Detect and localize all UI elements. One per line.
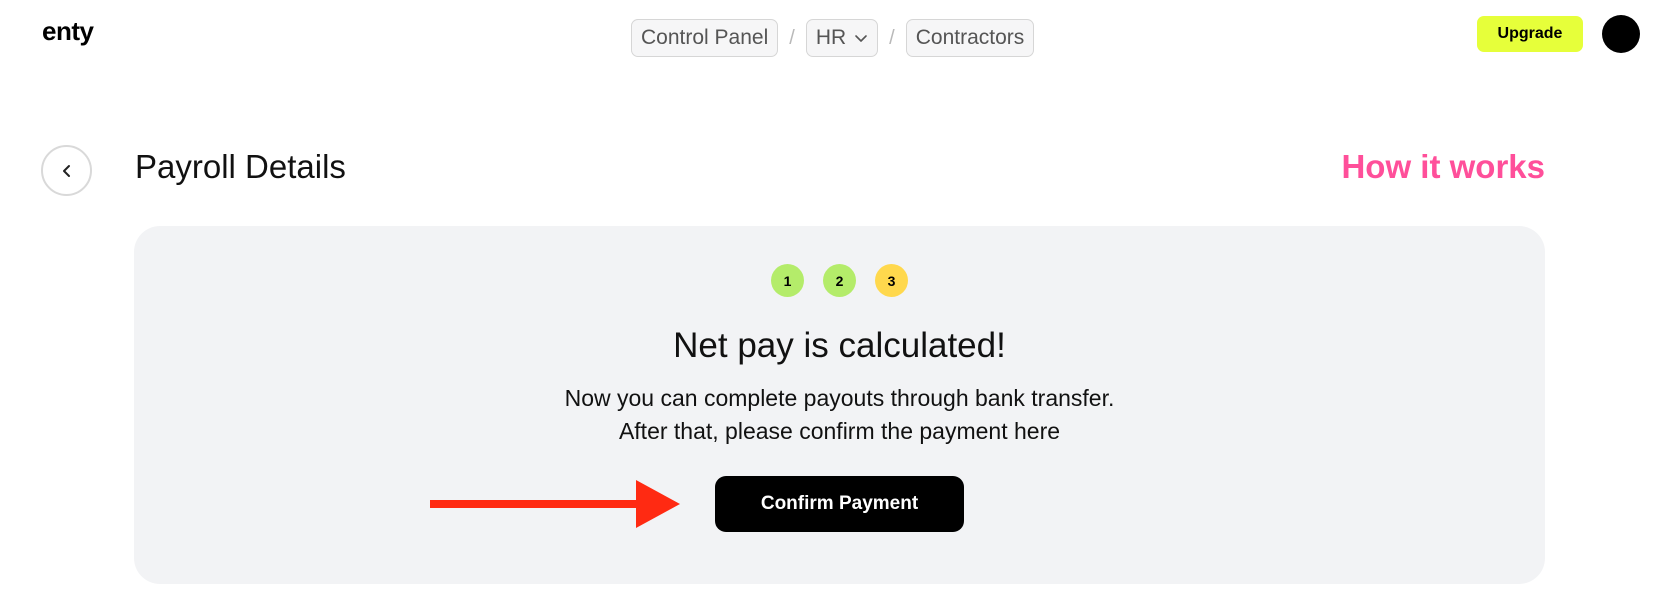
page-title: Payroll Details	[135, 148, 346, 185]
description-line-2: After that, please confirm the payment h…	[618, 418, 1061, 444]
card-heading: Net pay is calculated!	[673, 326, 1006, 365]
breadcrumb-label: Contractors	[915, 26, 1025, 49]
description-line-1: Now you can complete payouts through ban…	[564, 385, 1115, 411]
breadcrumb-separator: /	[789, 26, 795, 49]
step-3-badge: 3	[875, 264, 908, 297]
payroll-details-page: enty Control Panel / HR / Contractors Up…	[0, 0, 1680, 616]
breadcrumb-separator: /	[889, 26, 895, 49]
breadcrumb-contractors[interactable]: Contractors	[905, 19, 1035, 57]
confirm-payment-button[interactable]: Confirm Payment	[715, 476, 964, 532]
how-it-works-link[interactable]: How it works	[1341, 148, 1545, 186]
red-arrow-icon	[430, 480, 680, 528]
breadcrumb-control-panel[interactable]: Control Panel	[631, 19, 779, 57]
chevron-down-icon	[855, 35, 867, 42]
chevron-left-icon	[62, 164, 70, 177]
upgrade-button[interactable]: Upgrade	[1477, 16, 1583, 52]
step-1-badge: 1	[771, 264, 804, 297]
avatar[interactable]	[1602, 15, 1640, 53]
step-2-badge: 2	[823, 264, 856, 297]
breadcrumb-label: Control Panel	[641, 26, 769, 49]
app-logo[interactable]: enty	[42, 16, 94, 47]
breadcrumb-hr-dropdown[interactable]: HR	[805, 19, 879, 57]
breadcrumb-label: HR	[815, 26, 847, 49]
payroll-status-card: 1 2 3 Net pay is calculated! Now you can…	[134, 226, 1545, 584]
card-description: Now you can complete payouts through ban…	[134, 382, 1545, 448]
back-button[interactable]	[41, 145, 92, 196]
breadcrumb: Control Panel / HR / Contractors	[631, 19, 1035, 57]
step-indicator: 1 2 3	[134, 264, 1545, 297]
